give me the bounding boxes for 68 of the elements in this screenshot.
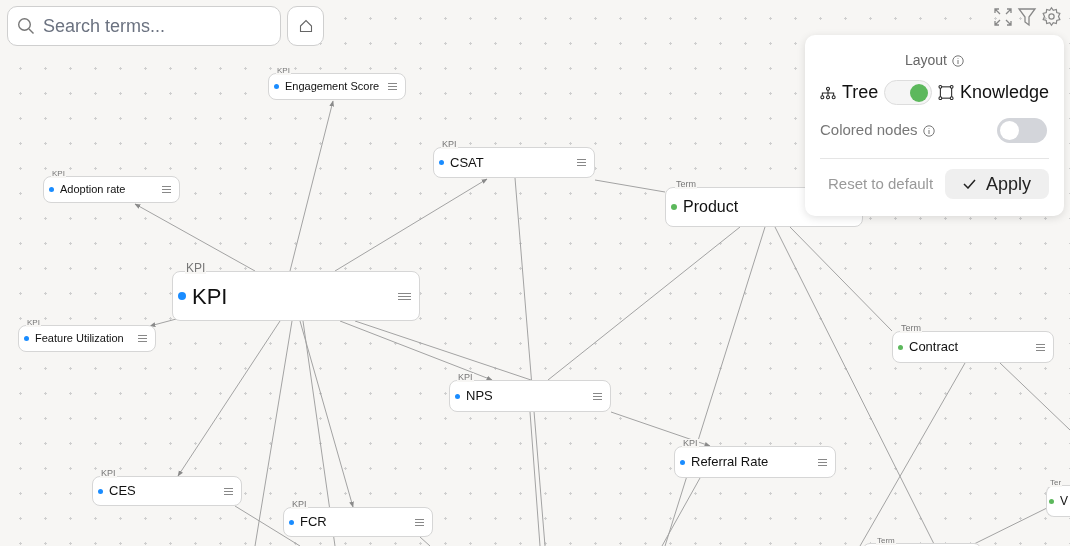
menu-icon[interactable] (577, 159, 586, 166)
menu-icon[interactable] (138, 335, 147, 342)
node-card[interactable]: CSAT (433, 147, 595, 178)
settings-icon[interactable] (1041, 6, 1062, 27)
node-type-label: Term (675, 180, 697, 189)
node-card[interactable]: Referral Rate (674, 446, 836, 478)
node-title: CES (109, 482, 136, 501)
menu-icon[interactable] (818, 458, 827, 466)
node-title: CSAT (450, 153, 484, 172)
check-icon (963, 179, 976, 189)
layout-toggle[interactable] (884, 80, 932, 105)
node-title: Product (683, 197, 739, 217)
menu-icon[interactable] (593, 392, 602, 400)
node-card[interactable]: Contract (892, 331, 1054, 363)
tree-label: Tree (842, 81, 879, 104)
graph-icon (937, 84, 954, 101)
menu-icon[interactable] (398, 292, 411, 300)
node-title: Feature Utilization (35, 331, 124, 347)
node-card[interactable]: NPS (449, 380, 611, 412)
apply-button[interactable]: Apply (945, 169, 1049, 199)
node-card[interactable]: Engagement Score (268, 73, 406, 100)
node-type-label: KPI (291, 500, 308, 509)
node-type-label: KPI (276, 67, 291, 75)
node-title: Referral Rate (691, 453, 769, 472)
node-type-label: KPI (100, 469, 117, 478)
search-field[interactable]: Search terms... (7, 6, 281, 46)
node-card[interactable]: CES (92, 476, 242, 506)
colored-nodes-toggle[interactable] (997, 118, 1047, 143)
node-type-label: Term (876, 537, 896, 545)
menu-icon[interactable] (388, 83, 397, 90)
info-icon (952, 54, 964, 67)
node-title: Engagement Score (285, 79, 380, 95)
node-title: KPI (192, 282, 228, 311)
node-title: FCR (300, 513, 327, 532)
node-title: Adoption rate (60, 182, 126, 198)
menu-icon[interactable] (1036, 343, 1045, 351)
node-title: Contract (909, 338, 959, 357)
node-type-label: KPI (682, 439, 699, 448)
node-type-label: KPI (185, 262, 207, 274)
node-type-label: KPI (26, 319, 41, 327)
node-type-label: KPI (441, 140, 458, 149)
info-icon (922, 124, 935, 137)
node-type-label: Term (900, 324, 922, 333)
filter-icon[interactable] (1017, 6, 1037, 27)
edge-line (594, 179, 666, 193)
menu-icon[interactable] (162, 186, 171, 193)
tree-icon (820, 85, 836, 100)
node-type-label: Ter (1049, 479, 1063, 487)
node-type-label: KPI (457, 373, 474, 382)
panel-title: Layout (904, 51, 947, 70)
node-card[interactable]: Adoption rate (43, 176, 180, 203)
node-type-label: KPI (51, 170, 66, 178)
expand-icon[interactable] (993, 6, 1013, 27)
knowledge-label: Knowledge (959, 81, 1049, 104)
edge-line (999, 362, 1070, 431)
node-card[interactable]: V (1046, 485, 1070, 517)
menu-icon[interactable] (415, 518, 424, 526)
node-card[interactable]: KPI (172, 271, 420, 321)
node-card[interactable]: Feature Utilization (18, 325, 156, 352)
node-card[interactable]: FCR (283, 507, 433, 537)
home-icon (298, 19, 313, 33)
search-icon (17, 17, 35, 35)
colored-nodes-label: Colored nodes (820, 120, 918, 141)
edge-line (419, 536, 431, 546)
node-title: NPS (466, 387, 493, 406)
menu-icon[interactable] (224, 487, 233, 495)
home-button[interactable] (287, 6, 324, 46)
node-title: V (1060, 493, 1068, 510)
